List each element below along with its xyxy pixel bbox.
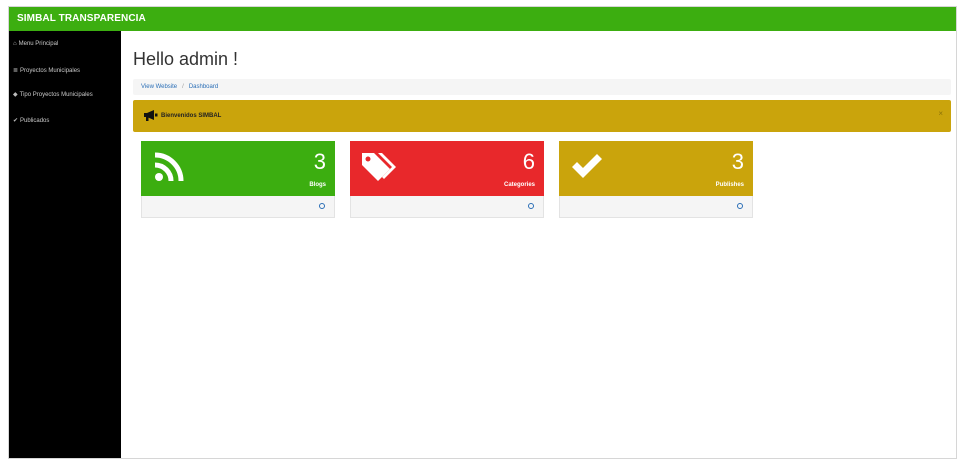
welcome-alert: Bienvenidos SIMBAL × bbox=[133, 100, 951, 132]
view-details-icon[interactable] bbox=[319, 203, 325, 209]
home-icon: ⌂ bbox=[13, 41, 17, 47]
sidebar-item-publicados[interactable]: ✔ Publicados bbox=[13, 117, 50, 125]
top-navbar: SIMBAL TRANSPARENCIA bbox=[9, 7, 956, 31]
page-title: Hello admin ! bbox=[133, 49, 239, 69]
card-count: 3 bbox=[731, 149, 744, 174]
sidebar-item-label: Tipo Proyectos Municipales bbox=[19, 91, 93, 98]
alert-close-button[interactable]: × bbox=[938, 109, 943, 118]
list-icon: ≣ bbox=[13, 68, 19, 74]
card-footer[interactable] bbox=[141, 196, 335, 218]
card-label: Categories bbox=[503, 182, 535, 188]
card-header: 3 Publishes bbox=[559, 141, 753, 196]
card-count: 6 bbox=[522, 149, 535, 174]
sidebar-item-tipo-proyectos[interactable]: ◆ Tipo Proyectos Municipales bbox=[13, 91, 93, 99]
stat-card-publishes: 3 Publishes bbox=[559, 141, 753, 218]
tags-icon bbox=[362, 153, 396, 181]
check-icon bbox=[572, 154, 602, 178]
tag-icon: ◆ bbox=[13, 92, 18, 98]
rss-icon bbox=[154, 152, 184, 182]
card-header: 6 Categories bbox=[350, 141, 544, 196]
alert-message: Bienvenidos SIMBAL bbox=[161, 113, 222, 119]
sidebar: ⌂ Menu Principal ≣ Proyectos Municipales… bbox=[9, 31, 121, 458]
sidebar-item-menu-principal[interactable]: ⌂ Menu Principal bbox=[13, 41, 58, 47]
breadcrumb-dashboard[interactable]: Dashboard bbox=[189, 84, 218, 90]
brand-link[interactable]: SIMBAL TRANSPARENCIA bbox=[17, 13, 146, 24]
breadcrumb: View Website / Dashboard bbox=[133, 79, 951, 95]
main-content: Hello admin ! View Website / Dashboard B… bbox=[121, 31, 956, 458]
card-count: 3 bbox=[313, 149, 326, 174]
sidebar-item-label: Publicados bbox=[20, 117, 50, 124]
sidebar-item-label: Menu Principal bbox=[18, 41, 59, 47]
check-icon: ✔ bbox=[13, 118, 19, 124]
view-details-icon[interactable] bbox=[737, 203, 743, 209]
bullhorn-icon bbox=[144, 110, 158, 121]
sidebar-item-proyectos[interactable]: ≣ Proyectos Municipales bbox=[13, 67, 81, 75]
breadcrumb-view-website[interactable]: View Website bbox=[141, 84, 177, 90]
stat-card-categories: 6 Categories bbox=[350, 141, 544, 218]
app-window: SIMBAL TRANSPARENCIA ⌂ Menu Principal ≣ … bbox=[8, 6, 957, 459]
sidebar-item-label: Proyectos Municipales bbox=[20, 67, 81, 74]
breadcrumb-separator: / bbox=[182, 84, 184, 90]
view-details-icon[interactable] bbox=[528, 203, 534, 209]
card-header: 3 Blogs bbox=[141, 141, 335, 196]
stat-card-blogs: 3 Blogs bbox=[141, 141, 335, 218]
card-footer[interactable] bbox=[559, 196, 753, 218]
card-label: Blogs bbox=[309, 182, 326, 188]
card-label: Publishes bbox=[715, 182, 744, 188]
card-footer[interactable] bbox=[350, 196, 544, 218]
